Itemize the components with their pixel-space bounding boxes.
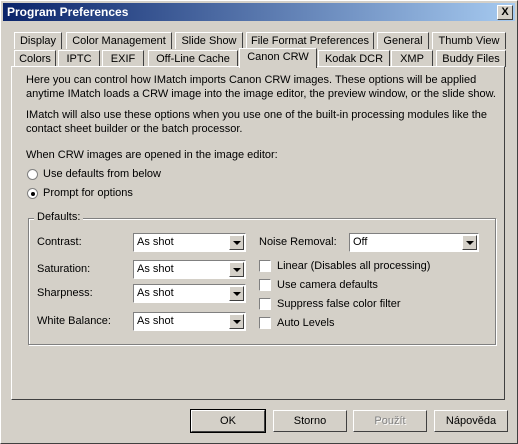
suppress-false-color-checkbox[interactable] bbox=[259, 298, 271, 310]
open-section-label: When CRW images are opened in the image … bbox=[26, 149, 278, 161]
radio-prompt-options-label[interactable]: Prompt for options bbox=[43, 187, 133, 199]
sharpness-label: Sharpness: bbox=[37, 287, 93, 299]
intro-paragraph-2: IMatch will also use these options when … bbox=[26, 109, 488, 135]
linear-label[interactable]: Linear (Disables all processing) bbox=[277, 260, 430, 272]
radio-prompt-options[interactable] bbox=[27, 188, 38, 199]
saturation-select[interactable]: As shot bbox=[133, 260, 246, 279]
camera-defaults-label[interactable]: Use camera defaults bbox=[277, 279, 378, 291]
linear-checkbox[interactable] bbox=[259, 260, 271, 272]
radio-use-defaults[interactable] bbox=[27, 169, 38, 180]
contrast-select[interactable]: As shot bbox=[133, 233, 246, 252]
intro-paragraph-1: Here you can control how IMatch imports … bbox=[26, 74, 496, 100]
white-balance-value: As shot bbox=[137, 315, 174, 327]
chevron-down-icon[interactable] bbox=[229, 314, 244, 329]
noise-removal-select[interactable]: Off bbox=[349, 233, 479, 252]
auto-levels-checkbox[interactable] bbox=[259, 317, 271, 329]
radio-use-defaults-label[interactable]: Use defaults from below bbox=[43, 168, 161, 180]
chevron-down-icon[interactable] bbox=[229, 286, 244, 301]
auto-levels-label[interactable]: Auto Levels bbox=[277, 317, 334, 329]
saturation-value: As shot bbox=[137, 263, 174, 275]
camera-defaults-checkbox[interactable] bbox=[259, 279, 271, 291]
panel-content: Here you can control how IMatch imports … bbox=[0, 0, 518, 444]
contrast-value: As shot bbox=[137, 236, 174, 248]
defaults-group-title: Defaults: bbox=[34, 211, 84, 223]
chevron-down-icon[interactable] bbox=[229, 235, 244, 250]
sharpness-select[interactable]: As shot bbox=[133, 284, 246, 303]
sharpness-value: As shot bbox=[137, 287, 174, 299]
white-balance-select[interactable]: As shot bbox=[133, 312, 246, 331]
white-balance-label: White Balance: bbox=[37, 315, 111, 327]
chevron-down-icon[interactable] bbox=[229, 262, 244, 277]
noise-removal-label: Noise Removal: bbox=[259, 236, 337, 248]
chevron-down-icon[interactable] bbox=[462, 235, 477, 250]
suppress-false-color-label[interactable]: Suppress false color filter bbox=[277, 298, 401, 310]
saturation-label: Saturation: bbox=[37, 263, 91, 275]
noise-removal-value: Off bbox=[353, 236, 368, 248]
contrast-label: Contrast: bbox=[37, 236, 82, 248]
